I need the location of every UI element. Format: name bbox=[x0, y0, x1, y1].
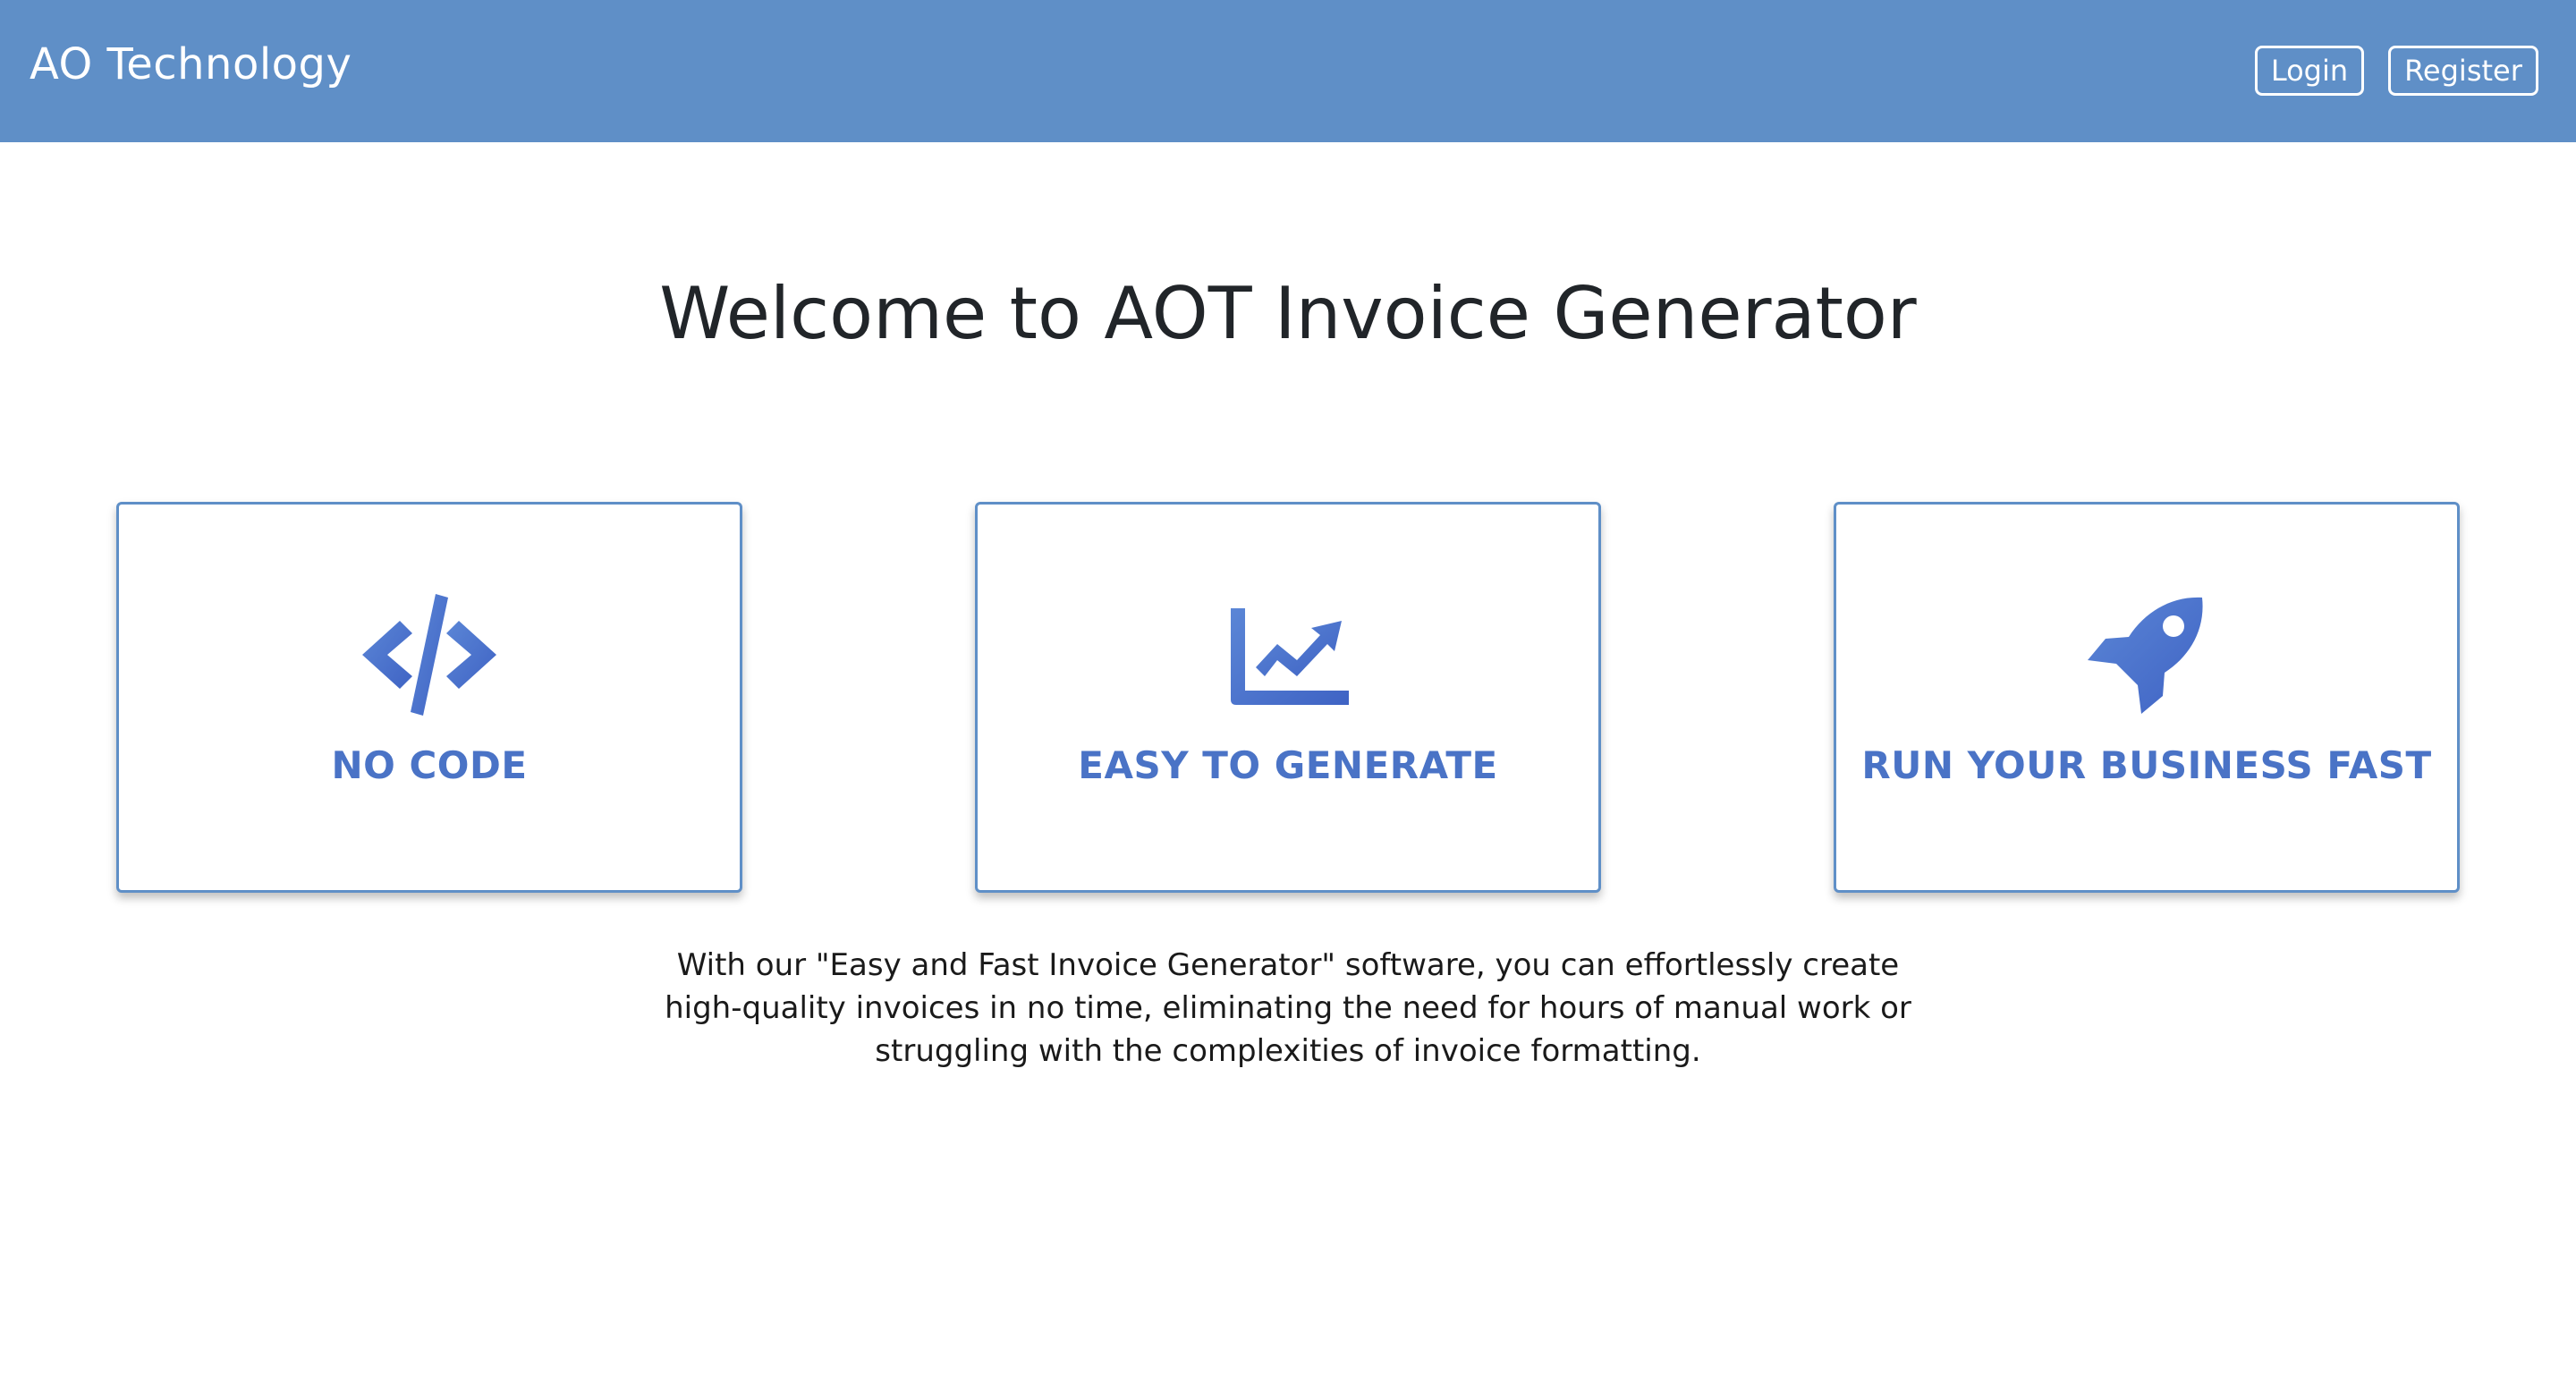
page-title: Welcome to AOT Invoice Generator bbox=[659, 272, 1917, 355]
rocket-icon bbox=[1836, 594, 2457, 716]
brand-logo-text[interactable]: AO Technology bbox=[30, 33, 352, 96]
feature-card-easy-to-generate: EASY TO GENERATE bbox=[975, 502, 1601, 893]
feature-card-run-business-fast: RUN YOUR BUSINESS FAST bbox=[1834, 502, 2460, 893]
feature-label-run-business-fast: RUN YOUR BUSINESS FAST bbox=[1861, 743, 2432, 787]
chart-line-icon bbox=[978, 594, 1598, 716]
feature-card-no-code: NO CODE bbox=[116, 502, 742, 893]
code-icon bbox=[119, 594, 740, 716]
description-paragraph: With our "Easy and Fast Invoice Generato… bbox=[665, 947, 1911, 1069]
register-button[interactable]: Register bbox=[2388, 46, 2538, 96]
feature-label-no-code: NO CODE bbox=[331, 743, 528, 787]
top-navbar: AO Technology Login Register bbox=[0, 0, 2576, 142]
feature-label-easy-to-generate: EASY TO GENERATE bbox=[1078, 743, 1498, 787]
login-button[interactable]: Login bbox=[2255, 46, 2364, 96]
